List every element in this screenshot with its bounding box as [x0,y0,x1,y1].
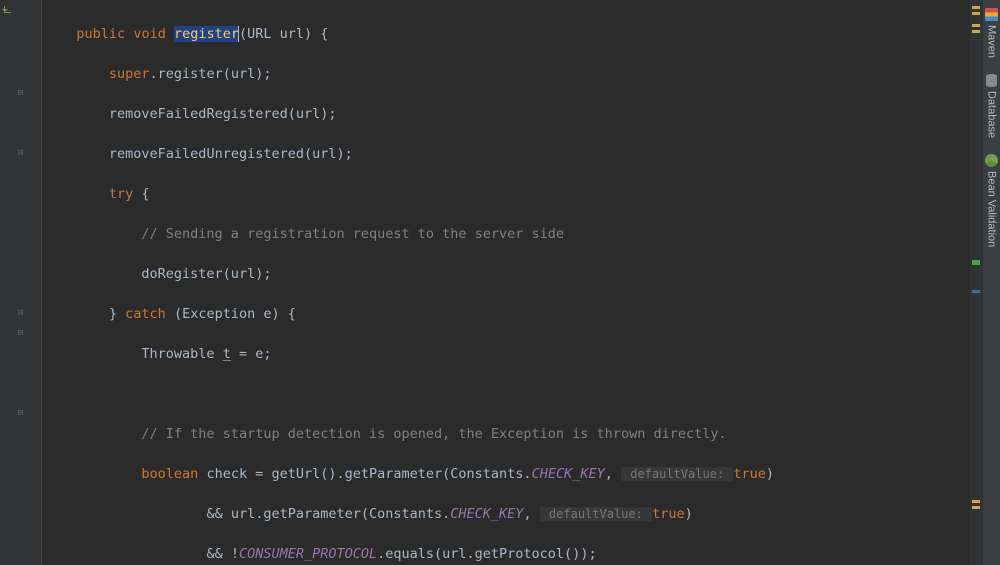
code-line: } catch (Exception e) { [52,304,970,324]
code-line: doRegister(url); [52,264,970,284]
code-line: Throwable t = e; [52,344,970,364]
warning-marker-icon[interactable] [972,24,980,27]
code-line: super.register(url); [52,64,970,84]
tool-label: Bean Validation [986,171,998,247]
warning-marker-icon[interactable] [972,500,980,503]
code-line: && !CONSUMER_PROTOCOL.equals(url.getProt… [52,544,970,564]
fold-region-icon[interactable]: ⊟ [14,146,27,159]
fold-region-icon[interactable]: ⊟ [14,86,27,99]
warning-marker-icon[interactable] [972,30,980,33]
fold-region-icon[interactable]: ⊟ [14,306,27,319]
fold-region-icon[interactable]: ⊟ [14,406,27,419]
error-stripe[interactable] [970,0,982,565]
warning-marker-icon[interactable] [972,506,980,509]
fold-region-icon[interactable]: ⊟ [14,326,27,339]
code-line: removeFailedRegistered(url); [52,104,970,124]
database-tool-button[interactable]: Database [986,66,998,146]
warning-marker-icon[interactable] [972,6,980,9]
maven-tool-button[interactable]: Maven [985,0,998,66]
override-marker-icon[interactable] [4,6,17,17]
change-marker-icon[interactable] [972,260,980,265]
code-line: try { [52,184,970,204]
tool-window-stripe: Maven Database Bean Validation [982,0,1000,565]
tool-label: Database [986,91,998,138]
code-line: boolean check = getUrl().getParameter(Co… [52,464,970,484]
code-line: && url.getParameter(Constants.CHECK_KEY,… [52,504,970,524]
maven-icon [985,8,998,21]
caret-marker-icon[interactable] [972,290,980,293]
code-editor[interactable]: public void register(URL url) { super.re… [42,0,970,565]
editor-gutter[interactable]: ⊟ ⊟ ⊟ ⊟ ⊟ [0,0,42,565]
database-icon [986,74,997,87]
bean-validation-tool-button[interactable]: Bean Validation [985,146,998,255]
code-line: removeFailedUnregistered(url); [52,144,970,164]
code-line: // Sending a registration request to the… [52,224,970,244]
bean-validation-icon [985,154,998,167]
tool-label: Maven [986,25,998,58]
warning-marker-icon[interactable] [972,12,980,15]
code-line [52,384,970,404]
code-line: public void register(URL url) { [52,24,970,44]
code-line: // If the startup detection is opened, t… [52,424,970,444]
